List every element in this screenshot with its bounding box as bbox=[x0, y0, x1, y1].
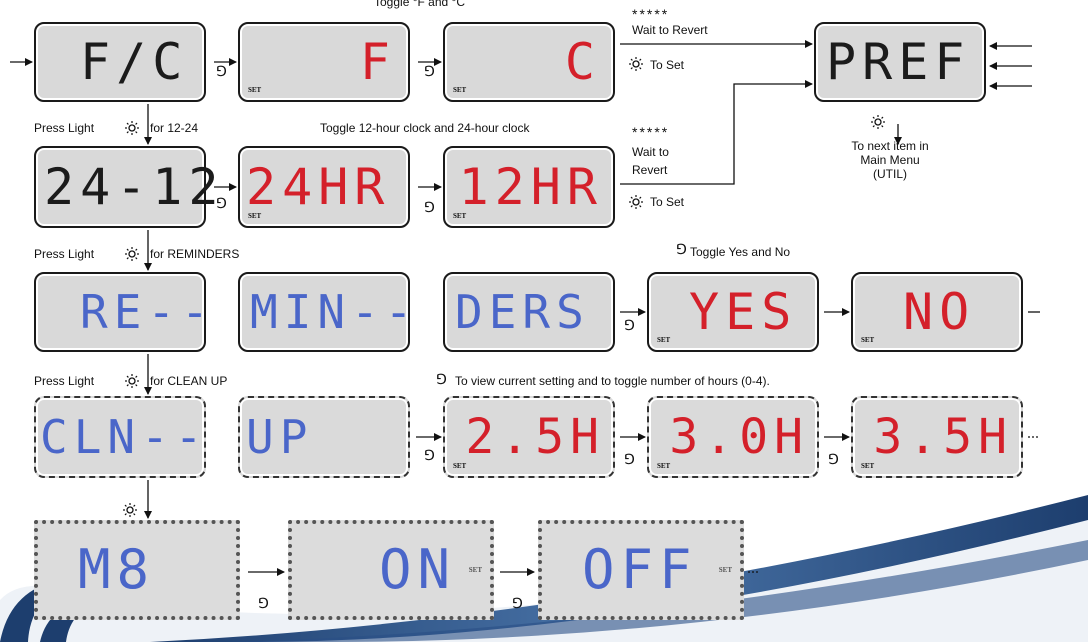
light-icon bbox=[122, 502, 138, 518]
settings-flow-diagram: Toggle °F and °C F/C F SET C SET ***** W… bbox=[0, 0, 1088, 642]
light-icon bbox=[124, 120, 140, 136]
light-icon bbox=[628, 56, 644, 72]
light-icon bbox=[124, 246, 140, 262]
flow-arrows bbox=[10, 40, 1040, 576]
light-icon bbox=[870, 114, 886, 130]
light-icon bbox=[628, 194, 644, 210]
light-icon bbox=[124, 373, 140, 389]
